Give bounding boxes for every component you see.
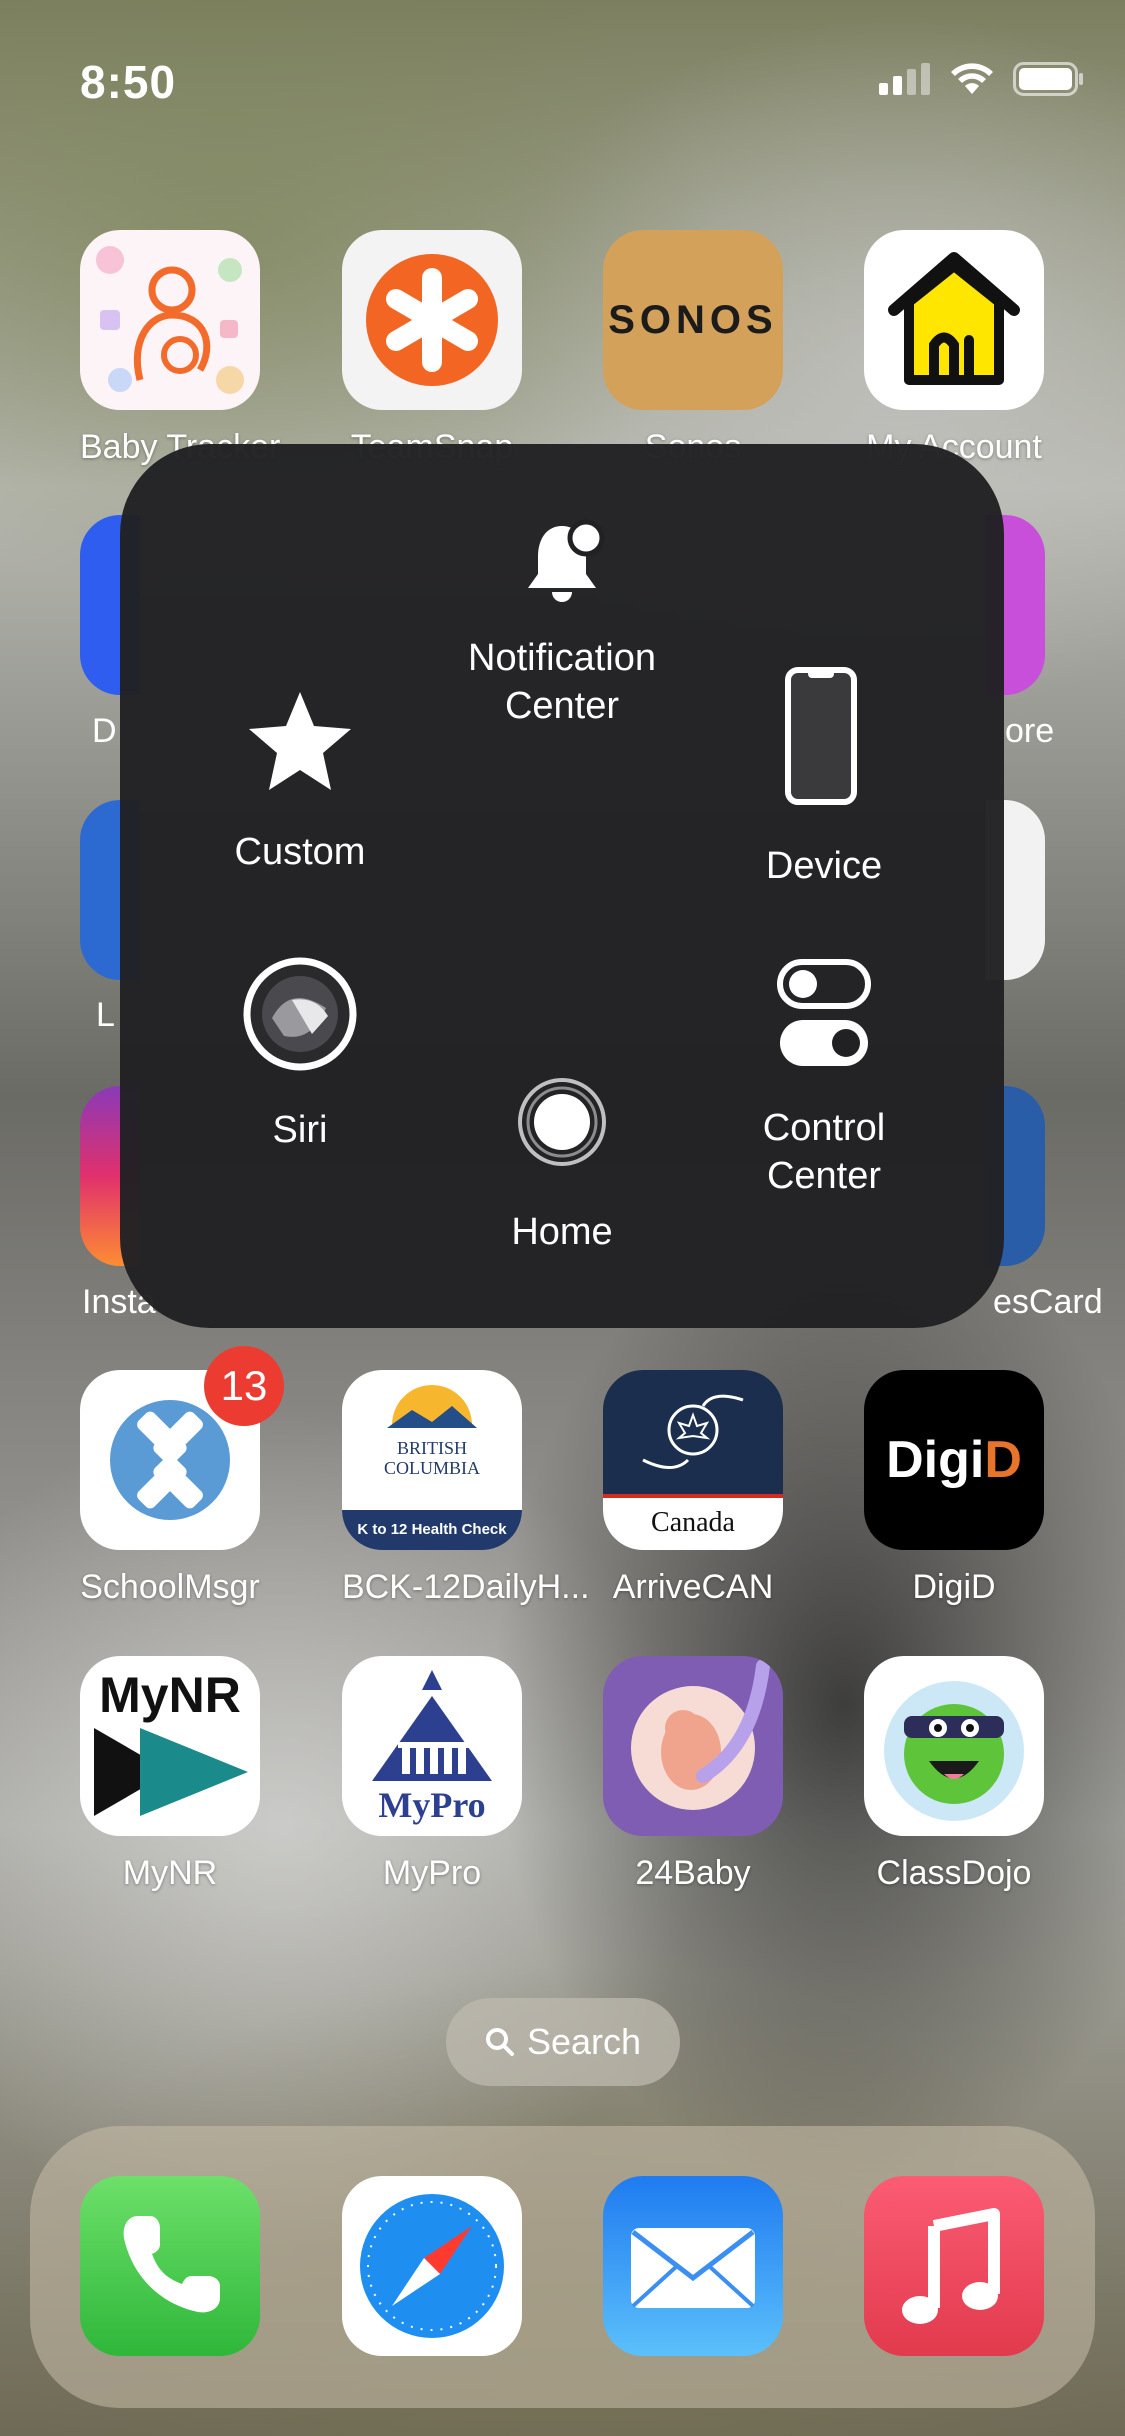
app-label: ArriveCAN bbox=[612, 1568, 774, 1606]
logo-text: COLUMBIA bbox=[383, 1458, 480, 1478]
arrivecan-icon: Canada bbox=[603, 1370, 783, 1550]
logo-text: BRITISH bbox=[396, 1438, 467, 1458]
app-label: ClassDojo bbox=[876, 1854, 1032, 1892]
app-label: SchoolMsgr bbox=[80, 1568, 260, 1606]
cellular-signal-icon bbox=[879, 63, 930, 95]
mypro-icon: MyPro bbox=[342, 1656, 522, 1836]
24baby-icon bbox=[603, 1656, 783, 1836]
app-mynr[interactable]: MyNR MyNR bbox=[80, 1656, 260, 1893]
digid-icon: Digi D bbox=[864, 1370, 1044, 1550]
app-partial-label: D bbox=[92, 712, 117, 750]
app-baby-tracker[interactable]: Baby Tracker bbox=[80, 230, 280, 467]
baby-tracker-icon bbox=[80, 230, 260, 410]
mypro-logo: MyPro bbox=[378, 1785, 486, 1825]
dock-app-mail[interactable] bbox=[603, 2176, 783, 2356]
assistive-touch-menu: Notification Center Custom Device Siri H… bbox=[120, 444, 1004, 1328]
device-icon bbox=[785, 667, 857, 805]
notification-center-button[interactable]: Notification Center bbox=[442, 514, 682, 730]
safari-icon bbox=[342, 2176, 522, 2356]
siri-label: Siri bbox=[272, 1109, 328, 1151]
toggles-icon bbox=[777, 959, 871, 1066]
app-schoolmsgr[interactable]: 13 SchoolMsgr bbox=[80, 1346, 284, 1607]
custom-label: Custom bbox=[234, 831, 366, 873]
notification-badge: 13 bbox=[204, 1346, 284, 1426]
search-label: Search bbox=[526, 2021, 642, 2062]
app-digid[interactable]: Digi D DigiD bbox=[864, 1370, 1044, 1607]
app-mypro[interactable]: MyPro MyPro bbox=[342, 1656, 522, 1893]
app-bck12[interactable]: BRITISH COLUMBIA K to 12 Health Check BC… bbox=[342, 1370, 590, 1607]
control-center-button[interactable]: Control Center bbox=[714, 958, 934, 1200]
app-label: MyPro bbox=[382, 1854, 482, 1892]
home-label: Home bbox=[511, 1211, 613, 1253]
app-partial-label: L bbox=[96, 996, 115, 1034]
logo-bar: K to 12 Health Check bbox=[342, 1510, 522, 1550]
siri-icon bbox=[243, 957, 357, 1071]
teamsnap-icon bbox=[342, 230, 522, 410]
music-icon bbox=[864, 2176, 1044, 2356]
app-partial-label: ore bbox=[1005, 712, 1055, 750]
star-icon bbox=[249, 692, 351, 790]
mail-icon bbox=[603, 2176, 783, 2356]
dock-app-phone[interactable] bbox=[80, 2176, 260, 2356]
home-icon bbox=[518, 1078, 606, 1166]
wifi-icon bbox=[951, 63, 993, 94]
app-teamsnap[interactable]: TeamSnap bbox=[342, 230, 522, 467]
canada-wordmark: Canada bbox=[603, 1494, 783, 1550]
mynr-icon: MyNR bbox=[80, 1656, 260, 1836]
device-label: Device bbox=[765, 845, 883, 887]
app-label: MyNR bbox=[122, 1854, 218, 1892]
control-center-label: Control Center bbox=[762, 1107, 886, 1197]
app-arrivecan[interactable]: Canada ArriveCAN bbox=[603, 1370, 783, 1607]
app-label: 24Baby bbox=[635, 1854, 751, 1892]
sonos-logo: SONOS bbox=[608, 297, 778, 342]
phone-icon bbox=[80, 2176, 260, 2356]
app-sonos[interactable]: SONOS Sonos bbox=[603, 230, 783, 467]
battery-icon bbox=[1013, 62, 1083, 96]
digid-logo: Digi bbox=[886, 1431, 985, 1489]
status-icons bbox=[879, 62, 1085, 96]
app-my-account[interactable]: My Account bbox=[864, 230, 1044, 467]
home-button[interactable]: Home bbox=[462, 1076, 662, 1256]
app-24baby[interactable]: 24Baby bbox=[603, 1656, 783, 1893]
notification-center-label: Notification Center bbox=[468, 637, 656, 727]
search-button[interactable]: Search bbox=[446, 1998, 680, 2086]
app-label: DigiD bbox=[912, 1568, 996, 1606]
house-icon bbox=[864, 230, 1044, 410]
classdojo-icon bbox=[864, 1656, 1044, 1836]
bc-health-check-icon: BRITISH COLUMBIA K to 12 Health Check bbox=[342, 1370, 522, 1550]
app-classdojo[interactable]: ClassDojo bbox=[864, 1656, 1044, 1893]
app-label: BCK-12DailyH... bbox=[342, 1568, 590, 1606]
device-button[interactable]: Device bbox=[724, 666, 924, 890]
siri-button[interactable]: Siri bbox=[200, 956, 400, 1154]
dock-app-safari[interactable] bbox=[342, 2176, 522, 2356]
status-time: 8:50 bbox=[80, 56, 177, 108]
bell-icon bbox=[528, 519, 605, 602]
digid-logo-accent: D bbox=[984, 1431, 1022, 1489]
sonos-icon: SONOS bbox=[603, 230, 783, 410]
dock-app-music[interactable] bbox=[864, 2176, 1044, 2356]
search-icon bbox=[485, 2028, 514, 2056]
app-partial-label: esCard bbox=[993, 1283, 1103, 1321]
custom-button[interactable]: Custom bbox=[200, 686, 400, 876]
